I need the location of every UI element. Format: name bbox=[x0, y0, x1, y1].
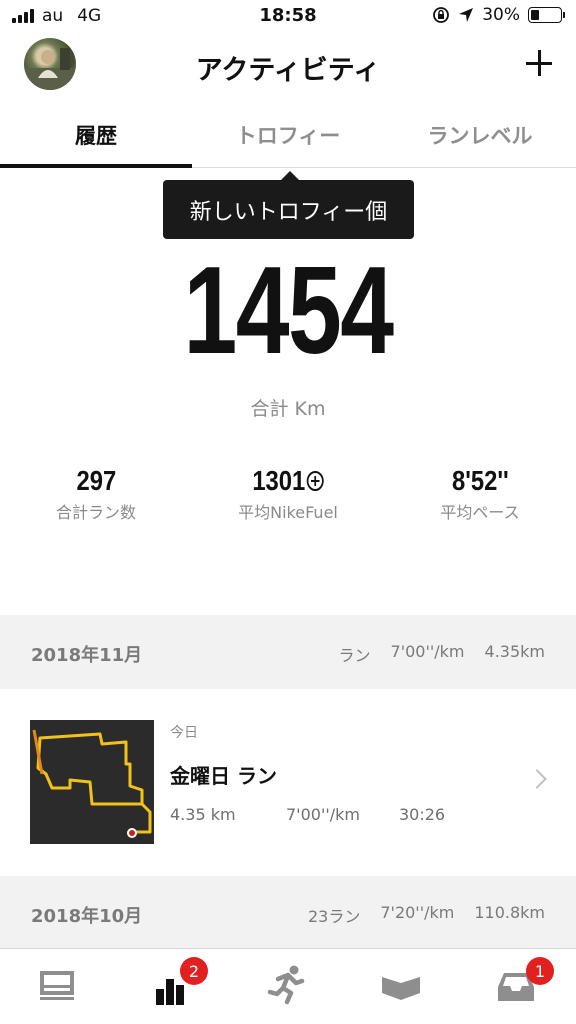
nav-activity[interactable]: 2 bbox=[152, 957, 208, 1013]
tab-history[interactable]: 履歴 bbox=[0, 100, 192, 168]
bottom-tab-bar: 2 1 bbox=[0, 948, 576, 1024]
run-icon bbox=[267, 965, 305, 1005]
nav-inbox[interactable]: 1 bbox=[496, 957, 554, 1013]
run-metrics: 4.35 km 7'00''/km 30:26 bbox=[170, 805, 445, 824]
app-header: アクティビティ bbox=[0, 34, 576, 96]
route-path bbox=[32, 729, 152, 838]
month-title: 2018年11月 bbox=[31, 645, 143, 666]
stat-avg-pace: 8'52'' 平均ペース bbox=[384, 465, 576, 523]
total-distance-value: 1454 bbox=[183, 242, 394, 380]
run-list-item[interactable]: 今日 金曜日 ラン 4.35 km 7'00''/km 30:26 bbox=[0, 690, 576, 876]
month-header[interactable]: 2018年10月 23ラン 7'20''/km 110.8km bbox=[0, 876, 576, 950]
stat-total-runs: 297 合計ラン数 bbox=[0, 465, 192, 523]
new-trophy-tooltip[interactable]: 新しいトロフィー個 bbox=[163, 171, 414, 239]
stat-value: 1301 bbox=[252, 465, 306, 496]
month-distance: 110.8km bbox=[474, 903, 545, 922]
nav-clubs[interactable] bbox=[380, 963, 430, 1013]
stat-avg-nikefuel: 1301 平均NikeFuel bbox=[192, 465, 384, 523]
month-pace: 7'00''/km bbox=[390, 642, 465, 661]
tab-run-level[interactable]: ランレベル bbox=[384, 100, 576, 167]
nikefuel-icon bbox=[306, 471, 324, 491]
add-activity-button[interactable] bbox=[524, 48, 554, 78]
total-distance-label: 合計 Km bbox=[250, 398, 326, 420]
run-title: 金曜日 ラン bbox=[170, 764, 277, 788]
nav-run[interactable] bbox=[266, 963, 316, 1013]
month-run-count: 23ラン bbox=[307, 907, 361, 926]
battery-icon bbox=[528, 7, 565, 23]
month-header[interactable]: 2018年11月 ラン 7'00''/km 4.35km bbox=[0, 615, 576, 689]
month-pace: 7'20''/km bbox=[380, 903, 455, 922]
month-summary: 23ラン 7'20''/km 110.8km bbox=[308, 903, 545, 927]
stats-row: 297 合計ラン数 1301 平均NikeFuel 8'52'' 平均ペース bbox=[0, 465, 576, 535]
tab-bar: 履歴 トロフィー ランレベル bbox=[0, 100, 576, 168]
feed-icon bbox=[40, 971, 74, 1000]
stat-label: 合計ラン数 bbox=[55, 503, 136, 522]
location-icon bbox=[459, 8, 474, 22]
inbox-badge: 1 bbox=[526, 957, 554, 985]
activity-badge: 2 bbox=[180, 957, 208, 985]
month-run-count: ラン bbox=[338, 646, 371, 665]
stat-value: 297 bbox=[76, 465, 116, 496]
clubs-icon bbox=[382, 977, 420, 1000]
run-date: 今日 bbox=[170, 725, 198, 741]
month-summary: ラン 7'00''/km 4.35km bbox=[339, 642, 545, 666]
nav-feed[interactable] bbox=[38, 963, 88, 1013]
page-title: アクティビティ bbox=[195, 55, 381, 86]
run-pace: 7'00''/km bbox=[286, 805, 360, 824]
run-duration: 30:26 bbox=[399, 805, 446, 824]
run-route-map bbox=[30, 720, 154, 844]
status-bar: au 4G 18:58 30% bbox=[0, 0, 576, 34]
tab-trophies[interactable]: トロフィー bbox=[192, 100, 384, 167]
month-distance: 4.35km bbox=[484, 642, 545, 661]
battery-percent: 30% bbox=[482, 5, 520, 25]
stat-value: 8'52'' bbox=[451, 465, 509, 496]
orientation-lock-icon bbox=[433, 7, 450, 23]
stat-label: 平均ペース bbox=[440, 503, 520, 522]
stat-label: 平均NikeFuel bbox=[238, 503, 338, 522]
chevron-right-icon bbox=[527, 769, 547, 789]
run-distance: 4.35 km bbox=[170, 805, 236, 824]
month-title: 2018年10月 bbox=[31, 906, 143, 927]
